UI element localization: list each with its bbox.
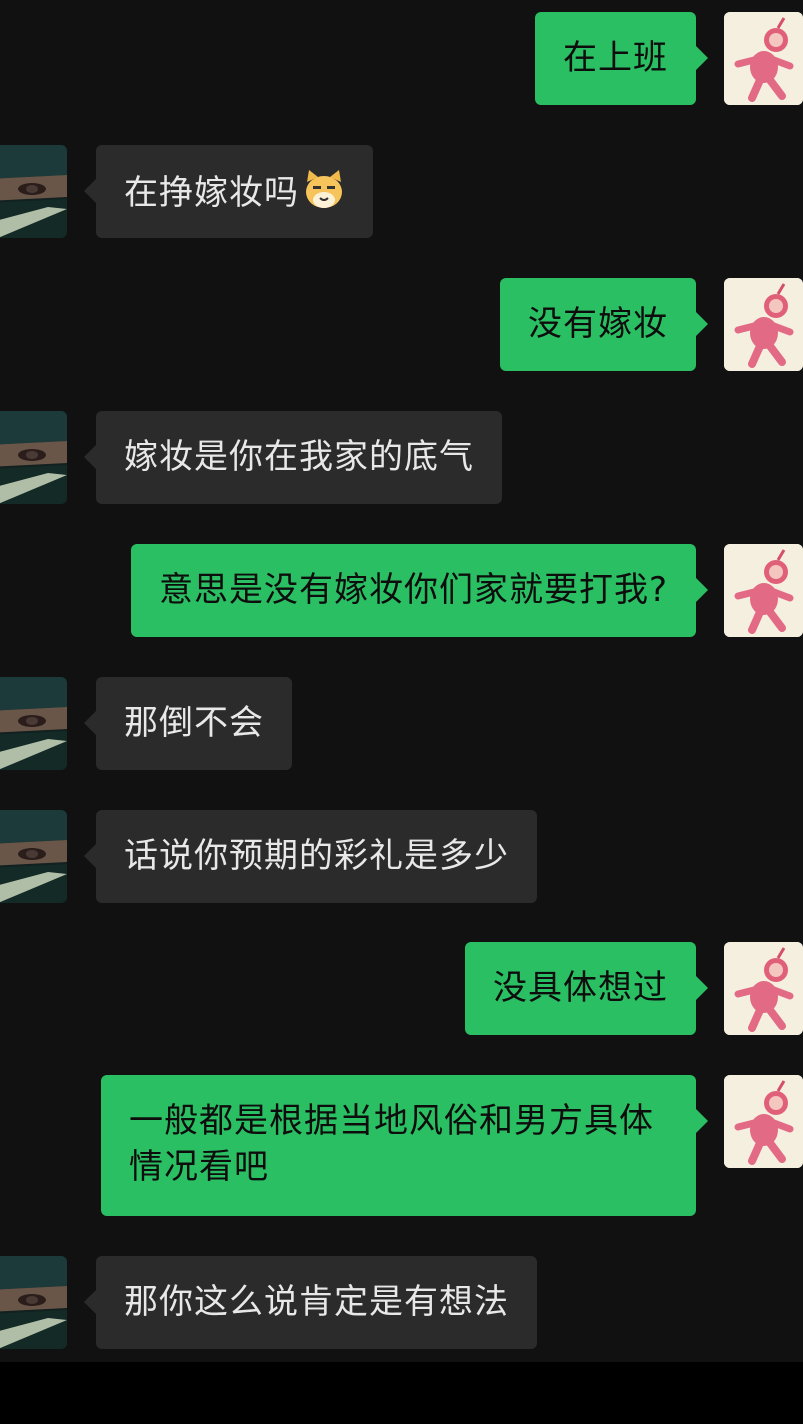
message-bubble-incoming[interactable]: 那倒不会 [84,677,292,770]
message-bubble-outgoing[interactable]: 没有嫁妆 [500,278,708,371]
message-row: 没具体想过 [0,942,803,1035]
chat-area: 在上班 在挣嫁妆吗 没有嫁妆 嫁妆是你在我家的底气 意思是没有嫁妆你们家就要打我… [0,0,803,1362]
message-bubble-incoming[interactable]: 话说你预期的彩礼是多少 [84,810,537,903]
self-avatar[interactable] [724,278,803,371]
self-avatar[interactable] [724,12,803,105]
message-row: 在上班 [0,12,803,105]
message-row: 那倒不会 [0,677,803,770]
other-avatar[interactable] [0,810,67,903]
bottom-bar [0,1362,803,1424]
message-row: 话说你预期的彩礼是多少 [0,810,803,903]
masked-man-icon [0,810,67,903]
cat-face-emoji-icon [306,170,342,208]
message-bubble-outgoing[interactable]: 没具体想过 [465,942,708,1035]
pink-doll-icon [724,278,803,371]
self-avatar[interactable] [724,1075,803,1168]
pink-doll-icon [724,942,803,1035]
pink-doll-icon [724,544,803,637]
message-row: 没有嫁妆 [0,278,803,371]
other-avatar[interactable] [0,145,67,238]
pink-doll-icon [724,1075,803,1168]
message-row: 那你这么说肯定是有想法 [0,1256,803,1349]
message-row: 嫁妆是你在我家的底气 [0,411,803,504]
pink-doll-icon [724,12,803,105]
message-bubble-outgoing[interactable]: 在上班 [535,12,708,105]
message-row: 在挣嫁妆吗 [0,145,803,238]
self-avatar[interactable] [724,942,803,1035]
masked-man-icon [0,145,67,238]
message-row: 意思是没有嫁妆你们家就要打我? [0,544,803,637]
message-text: 在挣嫁妆吗 [124,173,299,213]
message-bubble-outgoing[interactable]: 一般都是根据当地风俗和男方具体情况看吧 [101,1075,708,1216]
masked-man-icon [0,1256,67,1349]
message-bubble-incoming[interactable]: 在挣嫁妆吗 [84,145,373,238]
message-bubble-incoming[interactable]: 那你这么说肯定是有想法 [84,1256,537,1349]
self-avatar[interactable] [724,544,803,637]
masked-man-icon [0,411,67,504]
message-row: 一般都是根据当地风俗和男方具体情况看吧 [0,1075,803,1216]
other-avatar[interactable] [0,1256,67,1349]
other-avatar[interactable] [0,677,67,770]
message-bubble-incoming[interactable]: 嫁妆是你在我家的底气 [84,411,502,504]
message-bubble-outgoing[interactable]: 意思是没有嫁妆你们家就要打我? [130,544,709,637]
other-avatar[interactable] [0,411,67,504]
masked-man-icon [0,677,67,770]
